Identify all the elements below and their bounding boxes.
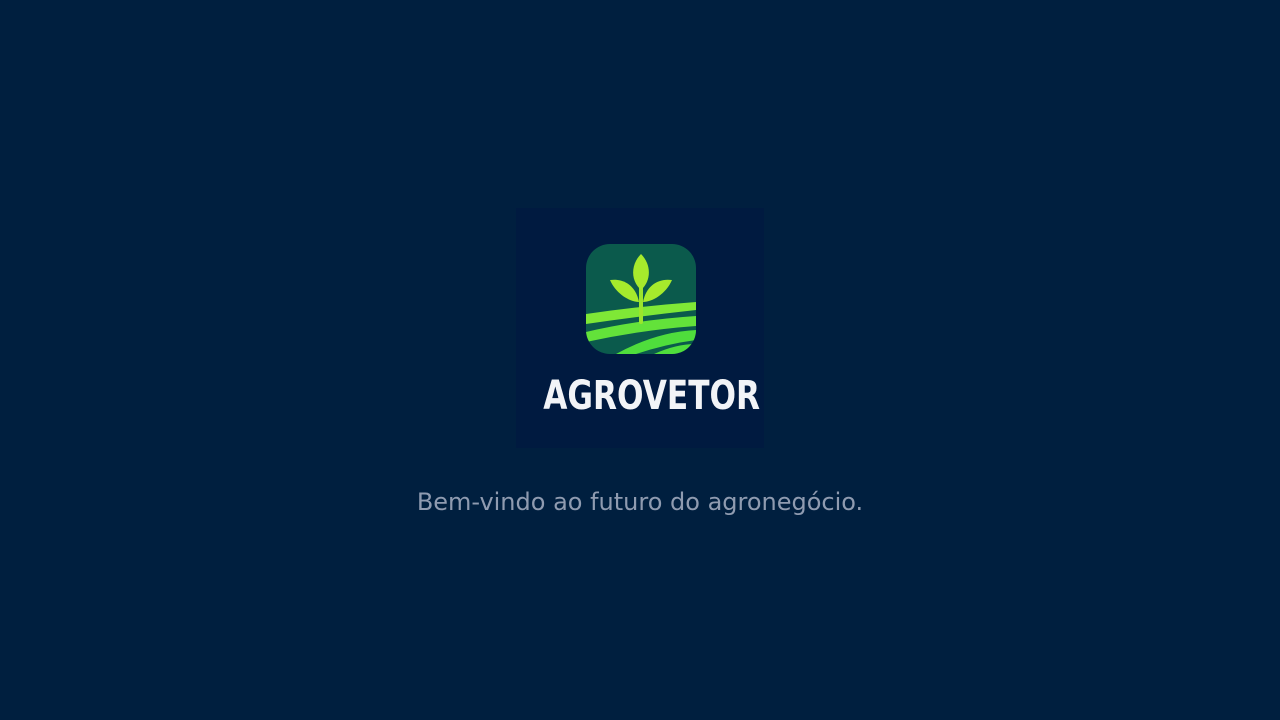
- splash-screen: AGROVETOR Bem-vindo ao futuro do agroneg…: [0, 0, 1280, 720]
- logo: AGROVETOR: [516, 208, 764, 448]
- brand-wordmark: AGROVETOR: [543, 373, 761, 419]
- welcome-tagline: Bem-vindo ao futuro do agronegócio.: [416, 488, 864, 516]
- sprout-field-icon: [586, 244, 696, 354]
